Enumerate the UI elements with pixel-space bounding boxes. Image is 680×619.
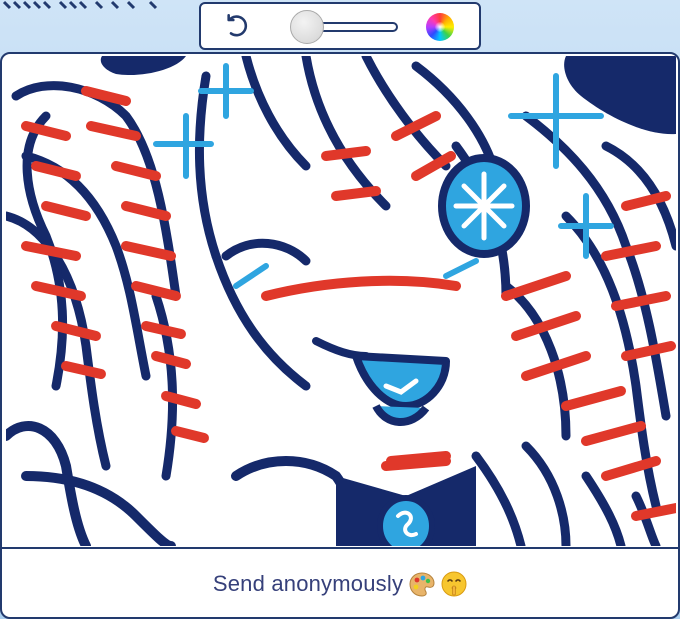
send-anonymously-button[interactable]: Send anonymously: [2, 549, 678, 617]
send-label: Send anonymously: [212, 571, 404, 596]
drawing-toolbar: [199, 2, 481, 50]
palette-emoji: [409, 572, 435, 597]
drawing-canvas[interactable]: [6, 56, 676, 546]
shushing-face-emoji: [441, 571, 467, 597]
undo-icon: [227, 14, 248, 37]
undo-button[interactable]: [223, 12, 253, 42]
color-wheel-icon[interactable]: [426, 13, 454, 41]
drawing-artwork: [6, 56, 676, 546]
drawing-card: Send anonymously: [0, 52, 680, 619]
brush-size-slider[interactable]: [290, 10, 400, 44]
slider-thumb[interactable]: [290, 10, 324, 44]
background-sketch-strokes: [2, 0, 158, 10]
